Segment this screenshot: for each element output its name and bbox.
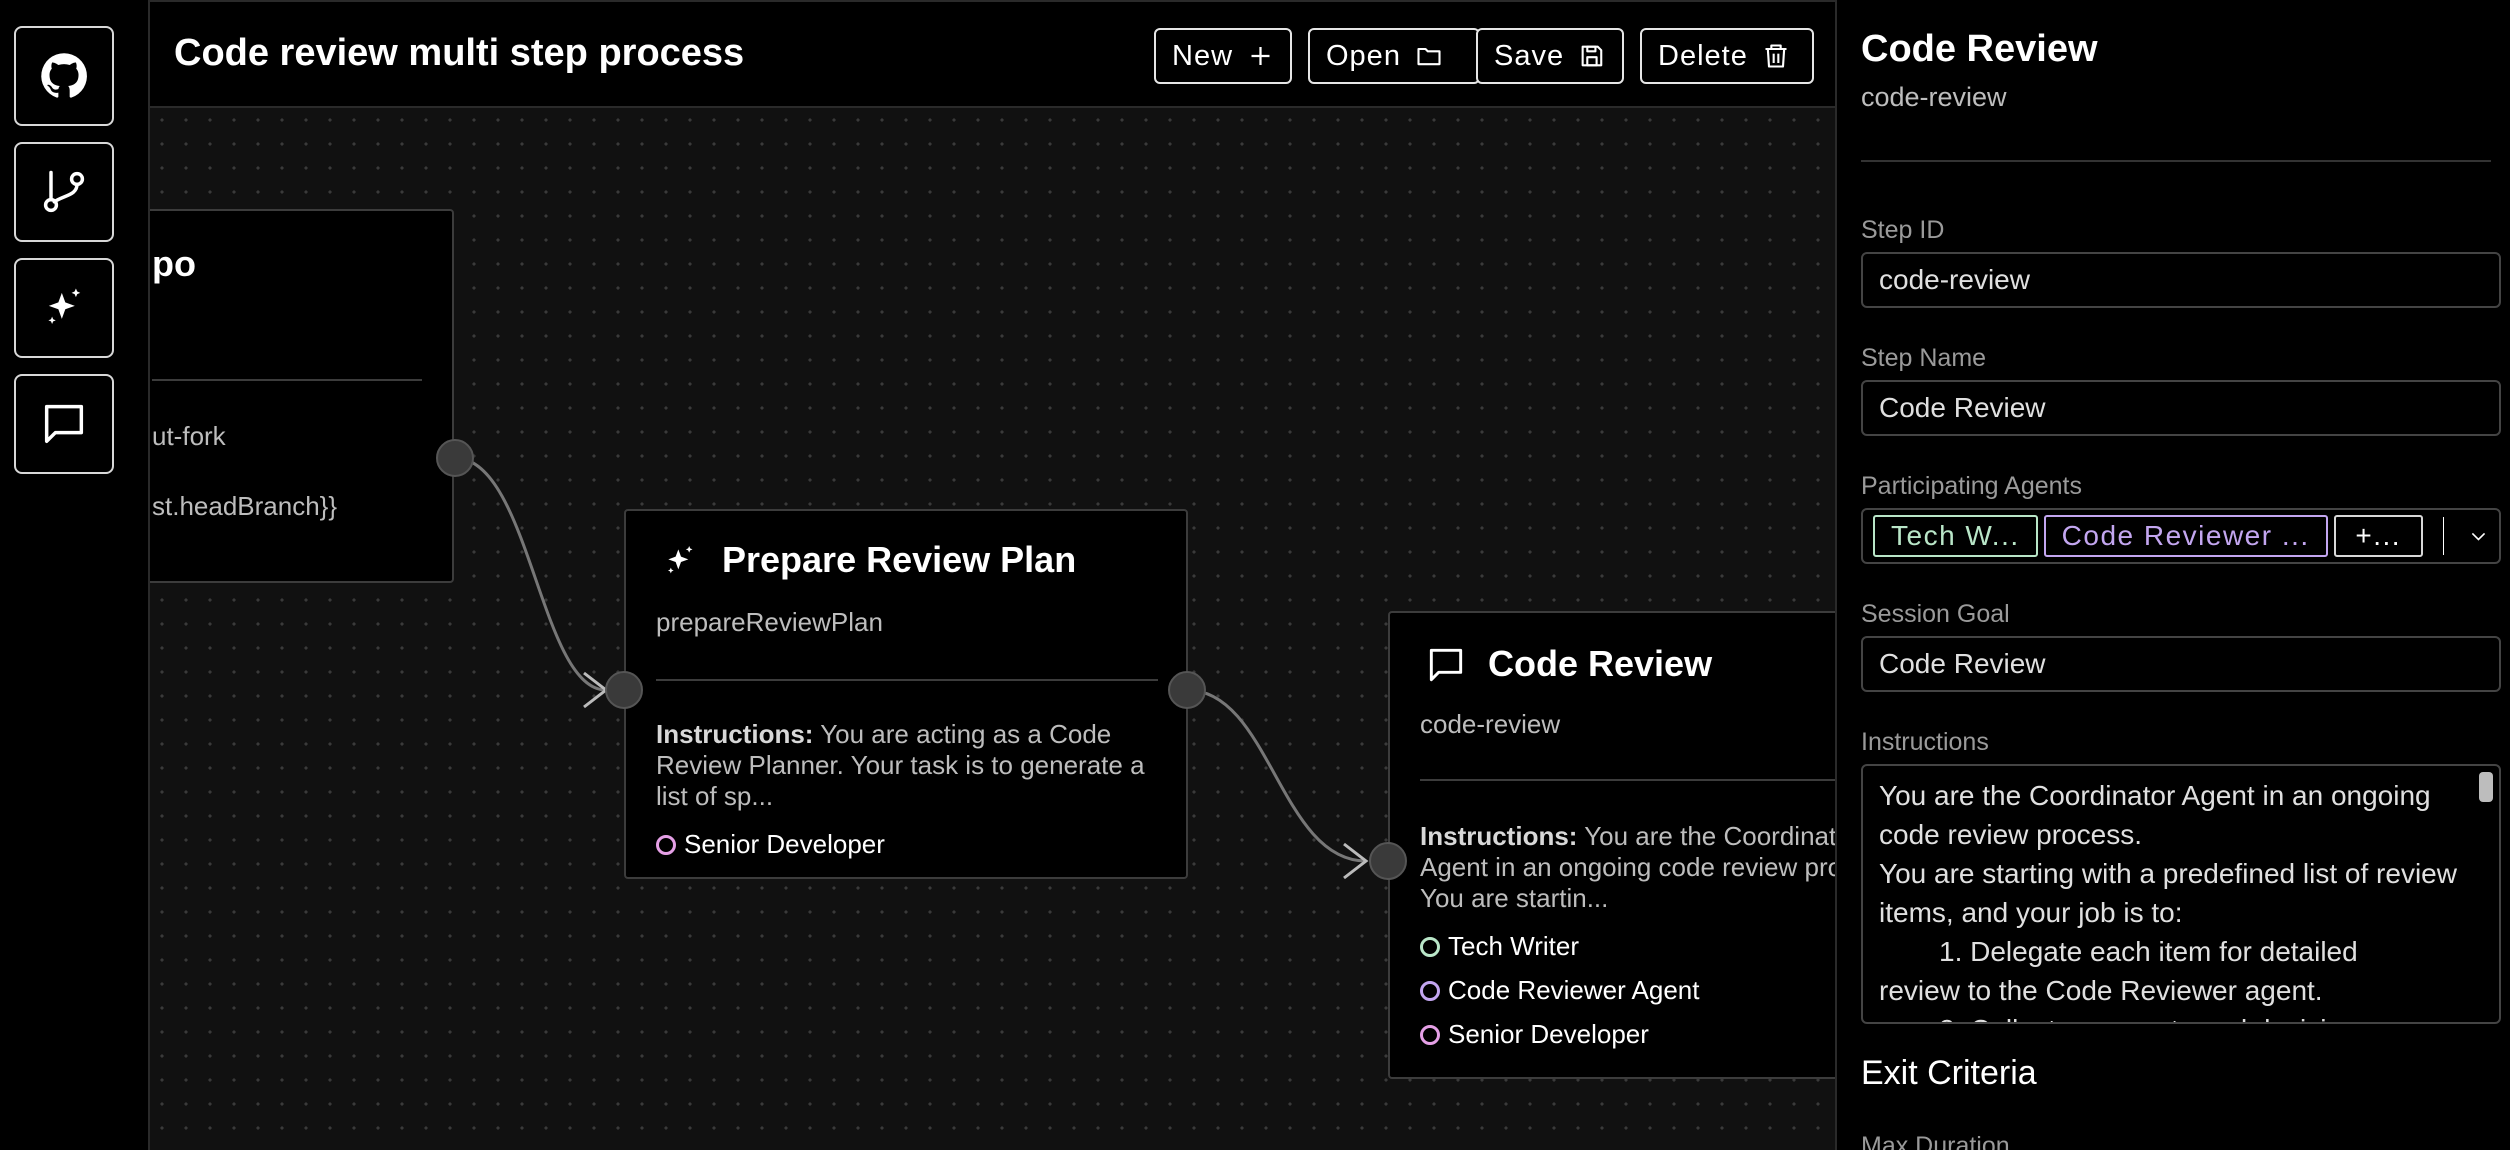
panel-subtitle: code-review xyxy=(1861,82,2007,112)
agent-status-icon xyxy=(1420,936,1440,957)
sparkles-icon xyxy=(48,288,81,325)
divider xyxy=(1861,160,2491,162)
edge-repo-to-prepare xyxy=(454,456,607,692)
flow-canvas[interactable]: po ut-fork st.headBranch}} Prepare Revie… xyxy=(150,108,1835,1150)
step-name-input[interactable]: Code Review xyxy=(1861,380,2501,436)
text-line: You are starting with a predefined list … xyxy=(1879,858,2457,889)
git-branch-button[interactable] xyxy=(14,142,114,242)
node-code-review[interactable]: Code Review code-review Instructions: Yo… xyxy=(1388,611,1835,1079)
text-line: code review process. xyxy=(1879,819,2143,850)
chat-icon xyxy=(44,404,84,444)
input-handle[interactable] xyxy=(1369,842,1407,880)
chat-button[interactable] xyxy=(14,374,114,474)
text-line: You are the Coordinator Agent in an ongo… xyxy=(1879,780,2431,811)
node-instructions: Instructions: You are acting as a Code R… xyxy=(656,719,1145,811)
text-line: review to the Code Reviewer agent. xyxy=(1879,975,2323,1006)
max-duration-label: Max Duration xyxy=(1861,1132,2010,1150)
github-icon xyxy=(41,53,87,98)
node-field: ut-fork xyxy=(152,421,226,451)
instructions-textarea[interactable]: You are the Coordinator Agent in an ongo… xyxy=(1861,764,2501,1024)
ai-button[interactable] xyxy=(14,258,114,358)
agent-item: Senior Developer xyxy=(1420,1019,1649,1050)
divider xyxy=(656,679,1158,681)
separator xyxy=(2442,517,2445,555)
node-repo[interactable]: po ut-fork st.headBranch}} xyxy=(150,209,454,583)
text-line: items, and your job is to: xyxy=(1879,897,2183,928)
agents-label: Participating Agents xyxy=(1861,472,2082,500)
agent-status-icon xyxy=(1420,1024,1440,1045)
scrollbar-thumb[interactable] xyxy=(2479,772,2493,802)
save-icon xyxy=(1581,45,1603,67)
trash-icon xyxy=(1765,44,1787,68)
agent-status-icon xyxy=(656,834,676,855)
node-id: prepareReviewPlan xyxy=(656,607,883,637)
node-title: po xyxy=(152,243,196,284)
agent-item: Tech Writer xyxy=(1420,931,1579,962)
node-title: Code Review xyxy=(1488,643,1713,684)
delete-button[interactable]: Delete xyxy=(1640,28,1814,84)
node-id: code-review xyxy=(1420,709,1561,739)
node-instructions: Instructions: You are the Coordinator Ag… xyxy=(1420,821,1835,913)
session-goal-input[interactable]: Code Review xyxy=(1861,636,2501,692)
node-field: st.headBranch}} xyxy=(152,491,338,521)
folder-icon xyxy=(1417,47,1441,66)
agents-multiselect[interactable]: Tech W... Code Reviewer ... +... xyxy=(1861,508,2501,564)
agent-chip[interactable]: Code Reviewer ... xyxy=(2043,515,2328,557)
instructions-label: Instructions xyxy=(1861,728,1989,756)
open-button[interactable]: Open xyxy=(1308,28,1480,84)
agent-item: Senior Developer xyxy=(656,829,885,860)
divider xyxy=(152,379,422,381)
chat-icon xyxy=(1429,648,1463,682)
page-title: Code review multi step process xyxy=(174,32,745,74)
output-handle[interactable] xyxy=(436,439,474,477)
agent-chip[interactable]: Tech W... xyxy=(1873,515,2038,557)
plus-icon xyxy=(1251,47,1270,65)
github-button[interactable] xyxy=(14,26,114,126)
text-line: 2. Collect comments and decisions xyxy=(1879,1010,2483,1022)
session-goal-label: Session Goal xyxy=(1861,600,2010,628)
output-handle[interactable] xyxy=(1168,671,1206,709)
more-agents-chip[interactable]: +... xyxy=(2333,515,2423,557)
left-rail xyxy=(0,0,150,1150)
agent-item: Code Reviewer Agent xyxy=(1420,975,1699,1006)
step-name-label: Step Name xyxy=(1861,344,1987,372)
edge-prepare-to-review xyxy=(1186,688,1367,863)
step-id-input[interactable]: code-review xyxy=(1861,252,2501,308)
agent-status-icon xyxy=(1420,980,1440,1001)
sparkles-icon xyxy=(668,546,693,574)
save-button[interactable]: Save xyxy=(1476,28,1624,84)
header: Code review multi step process New Open … xyxy=(150,0,1835,108)
new-button[interactable]: New xyxy=(1154,28,1292,84)
git-branch-icon xyxy=(43,170,85,213)
text-line: 1. Delegate each item for detailed xyxy=(1939,936,2358,967)
chevron-down-icon[interactable] xyxy=(2468,521,2489,551)
panel-title: Code Review xyxy=(1861,28,2098,70)
node-prepare-review-plan[interactable]: Prepare Review Plan prepareReviewPlan In… xyxy=(624,509,1188,879)
exit-criteria-heading: Exit Criteria xyxy=(1861,1054,2037,1092)
input-handle[interactable] xyxy=(605,671,643,709)
divider xyxy=(1420,779,1835,781)
properties-panel: Code Review code-review Step ID code-rev… xyxy=(1835,0,2510,1150)
node-title: Prepare Review Plan xyxy=(722,539,1077,580)
step-id-label: Step ID xyxy=(1861,216,1945,244)
